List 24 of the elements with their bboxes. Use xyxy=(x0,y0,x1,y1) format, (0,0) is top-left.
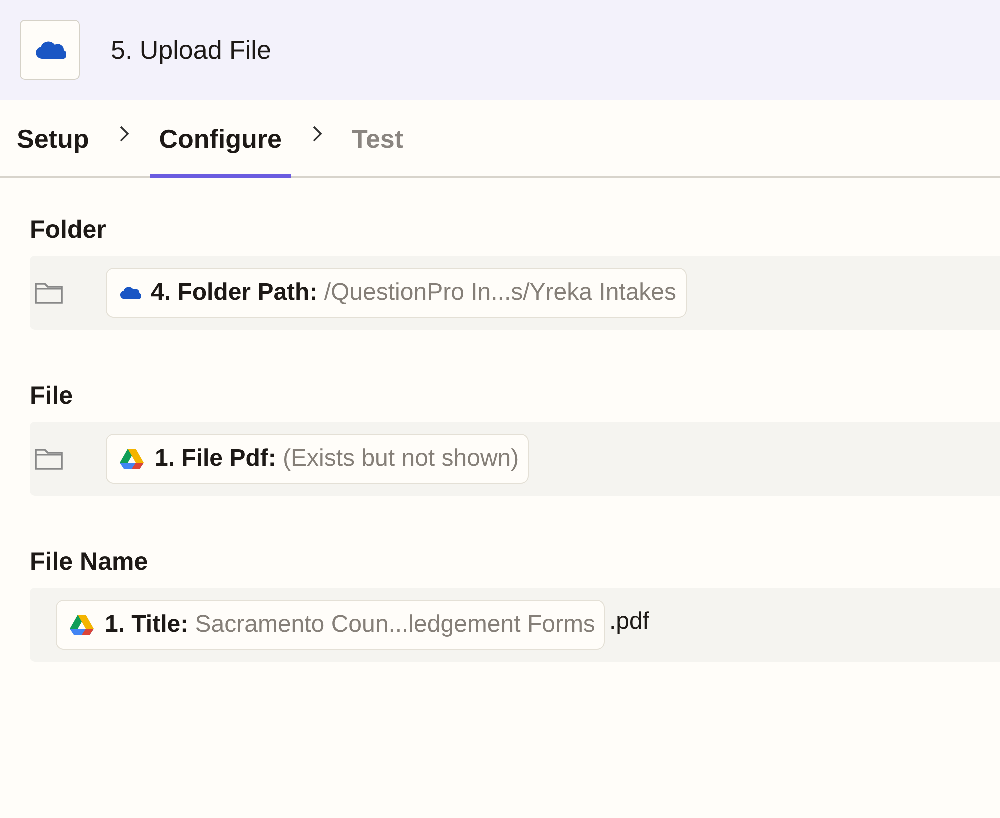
chevron-right-icon xyxy=(311,125,323,143)
triangle-logo-icon xyxy=(119,448,145,470)
pill-text: 4. Folder Path: /QuestionPro In...s/Yreka Intakes xyxy=(151,279,677,307)
cloud-icon xyxy=(34,40,66,60)
input-field[interactable]: 1. Title: Sacramento Coun...ledgement Forms .pdf xyxy=(30,588,1000,662)
data-pill[interactable]: 1. File Pdf: (Exists but not shown) xyxy=(106,434,530,484)
data-pill[interactable]: 1. Title: Sacramento Coun...ledgement Forms xyxy=(56,600,606,650)
data-pill[interactable]: 4. Folder Path: /QuestionPro In...s/Yreka Intakes xyxy=(106,268,687,318)
step-title: 5. Upload File xyxy=(111,34,272,66)
field-label: File xyxy=(30,382,74,410)
folder-icon xyxy=(34,281,64,305)
pill-text: 1. File Pdf: (Exists but not shown) xyxy=(155,445,520,473)
chevron-right-icon xyxy=(118,125,130,143)
step-tab[interactable]: Setup xyxy=(8,100,98,178)
folder-icon xyxy=(34,447,64,471)
field-label: File Name xyxy=(30,548,150,576)
input-field[interactable]: 4. Folder Path: /QuestionPro In...s/Yreka Intakes xyxy=(30,256,1000,330)
input-field[interactable]: 1. File Pdf: (Exists but not shown) xyxy=(30,422,1000,496)
cloud-icon xyxy=(119,286,141,300)
triangle-logo-icon xyxy=(69,614,95,636)
step-tab[interactable]: Configure xyxy=(150,100,291,178)
pill-text: 1. Title: Sacramento Coun...ledgement Forms xyxy=(105,611,596,639)
field-label: Folder xyxy=(30,216,108,244)
field-value: .pdf xyxy=(609,608,650,636)
